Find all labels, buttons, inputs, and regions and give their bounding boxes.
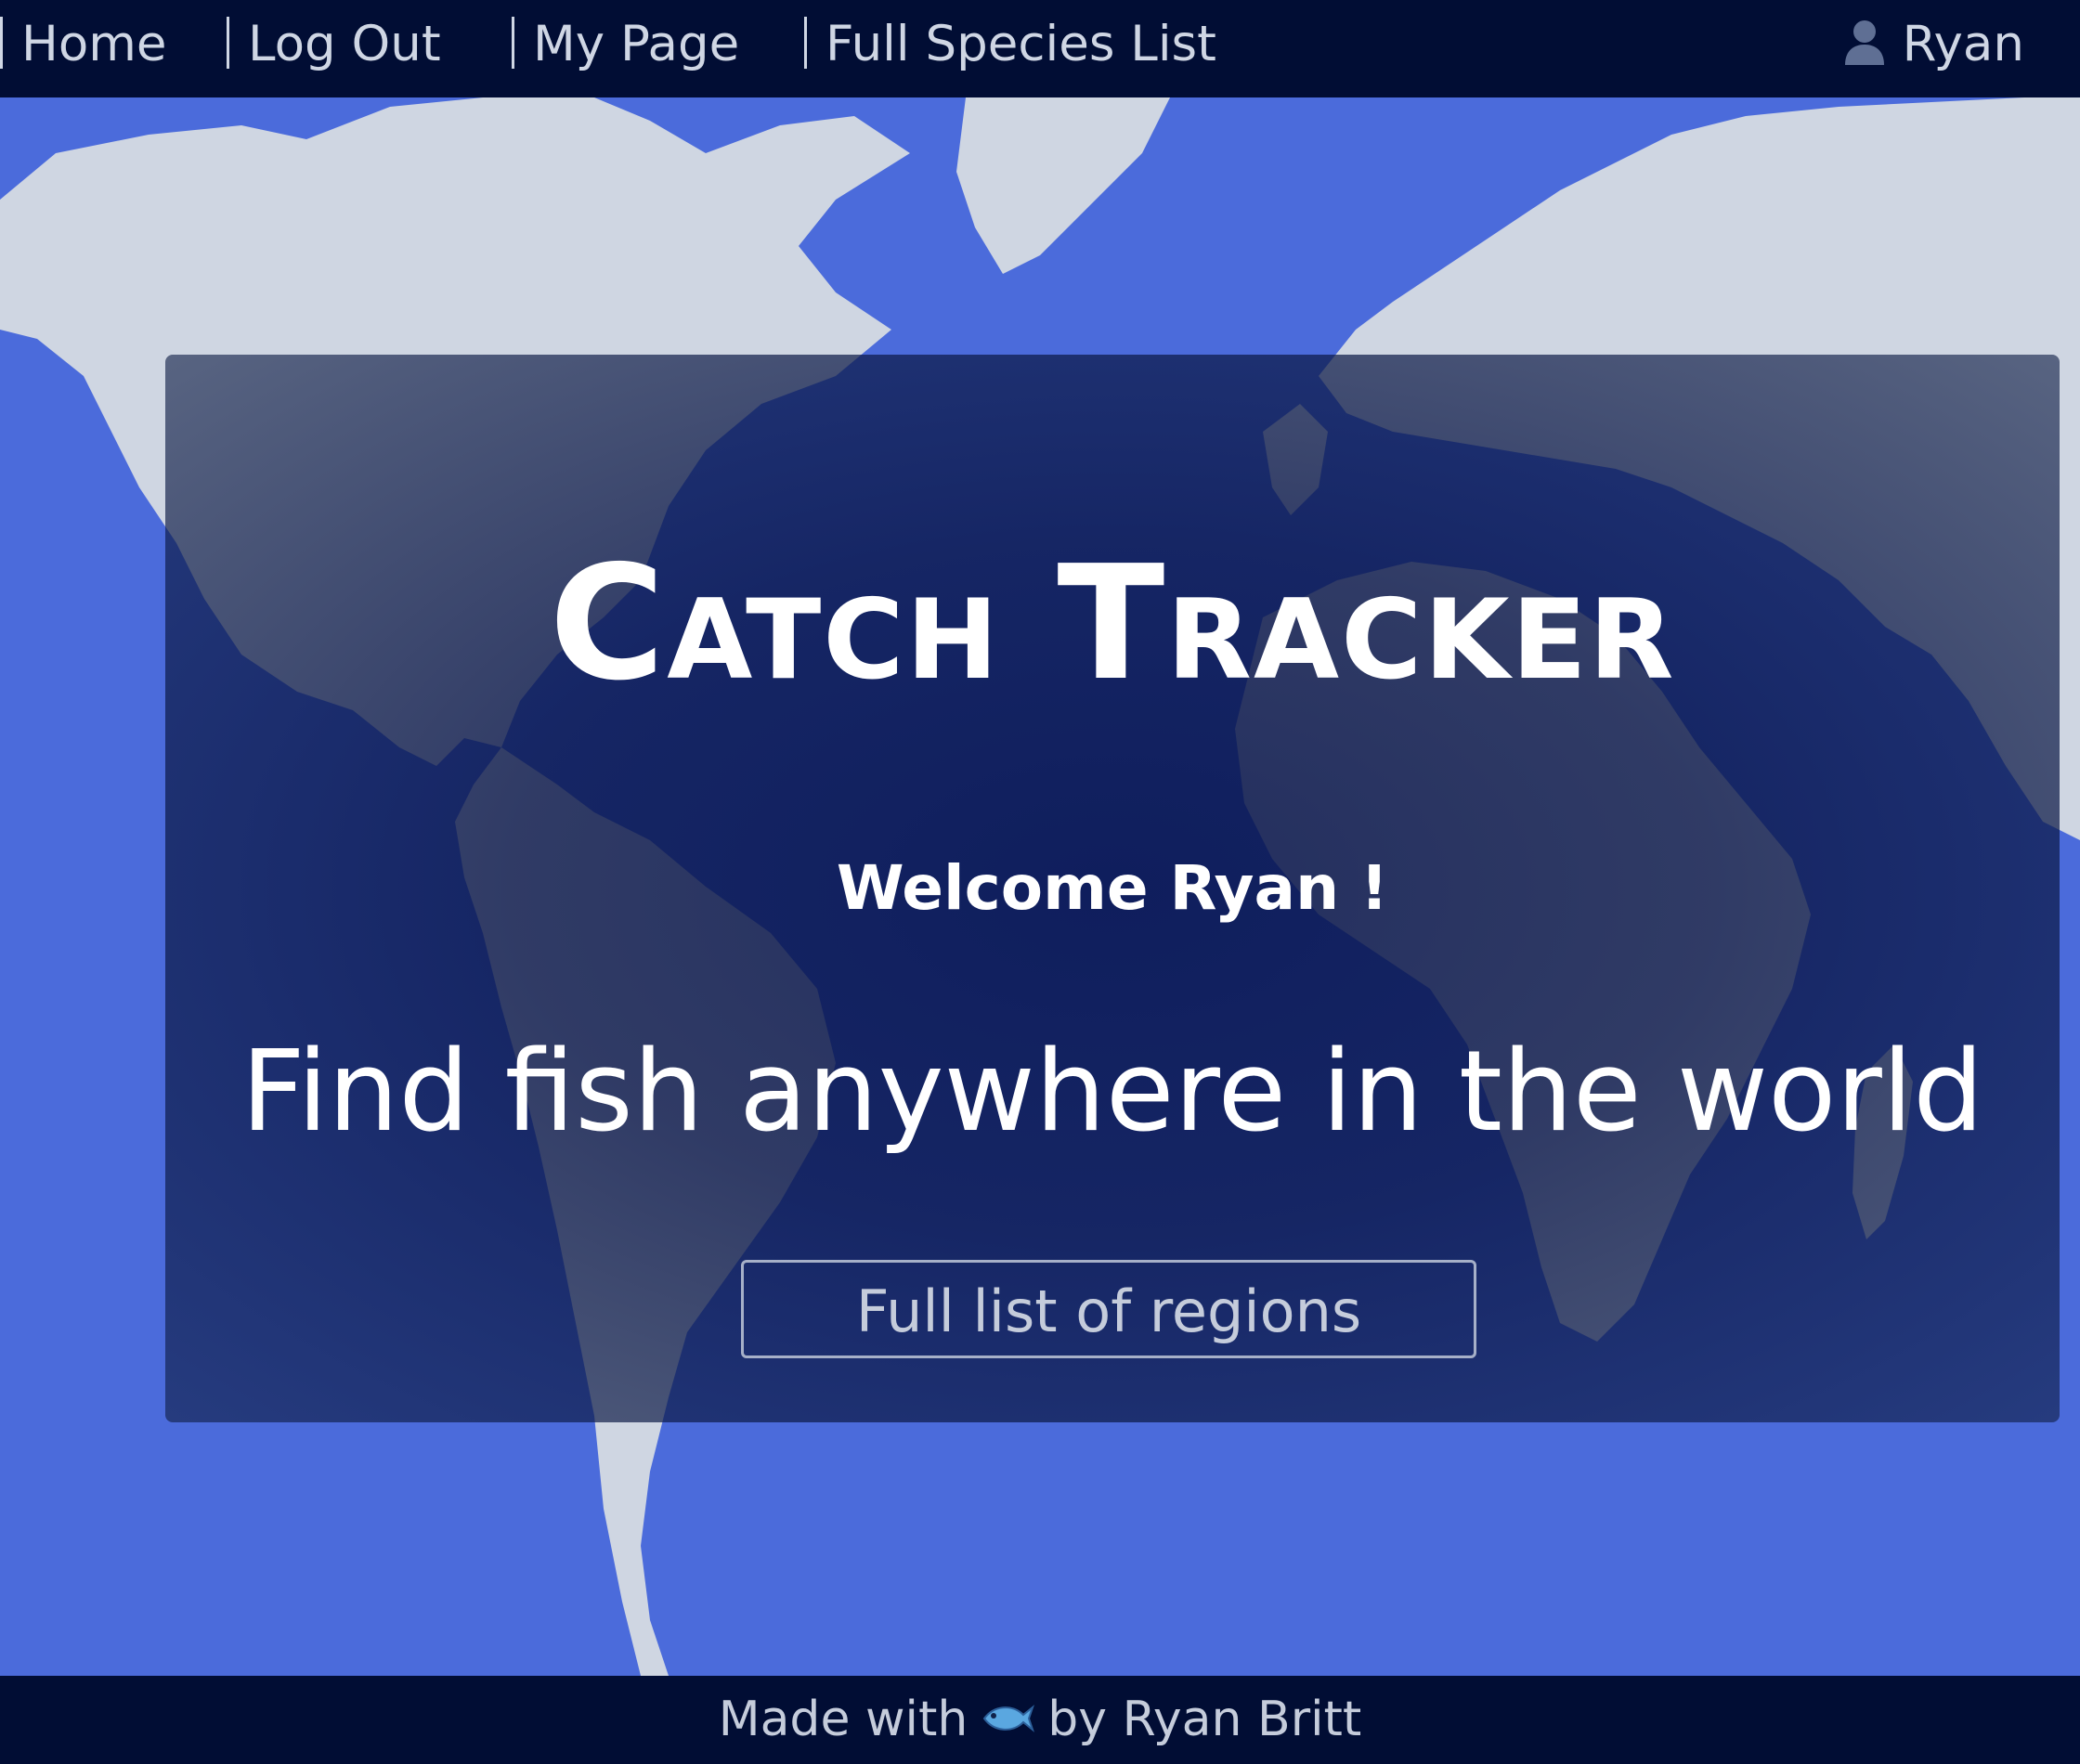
nav-species-list-label: Full Species List <box>826 16 1216 72</box>
footer-made-with: Made with <box>718 1692 968 1747</box>
user-name: Ryan <box>1902 16 2024 72</box>
nav-my-page-label: My Page <box>533 16 740 72</box>
nav-separator <box>512 17 514 70</box>
nav-home-label: Home <box>21 16 167 72</box>
hero-card: Catch Tracker Welcome Ryan ! Find fish a… <box>165 355 2060 1422</box>
welcome-message: Welcome Ryan ! <box>836 852 1389 924</box>
page-title: Catch Tracker <box>549 532 1676 716</box>
nav-separator <box>804 17 807 70</box>
footer: Made with by Ryan Britt <box>0 1676 2080 1764</box>
nav-logout-label: Log Out <box>248 16 441 72</box>
nav-logout-link[interactable]: Log Out <box>227 0 441 97</box>
nav-separator <box>227 17 229 70</box>
fish-icon <box>983 1705 1035 1732</box>
tagline: Find fish anywhere in the world <box>240 1028 1984 1157</box>
user-icon <box>1844 20 1884 66</box>
top-navbar: Home Log Out My Page Full Species List R… <box>0 0 2080 97</box>
nav-separator <box>0 17 3 70</box>
footer-author: by Ryan Britt <box>1047 1692 1362 1747</box>
full-list-of-regions-button[interactable]: Full list of regions <box>741 1260 1476 1358</box>
nav-my-page-link[interactable]: My Page <box>512 0 739 97</box>
nav-home-link[interactable]: Home <box>0 0 167 97</box>
user-menu[interactable]: Ryan <box>1843 0 2024 97</box>
nav-species-list-link[interactable]: Full Species List <box>804 0 1216 97</box>
